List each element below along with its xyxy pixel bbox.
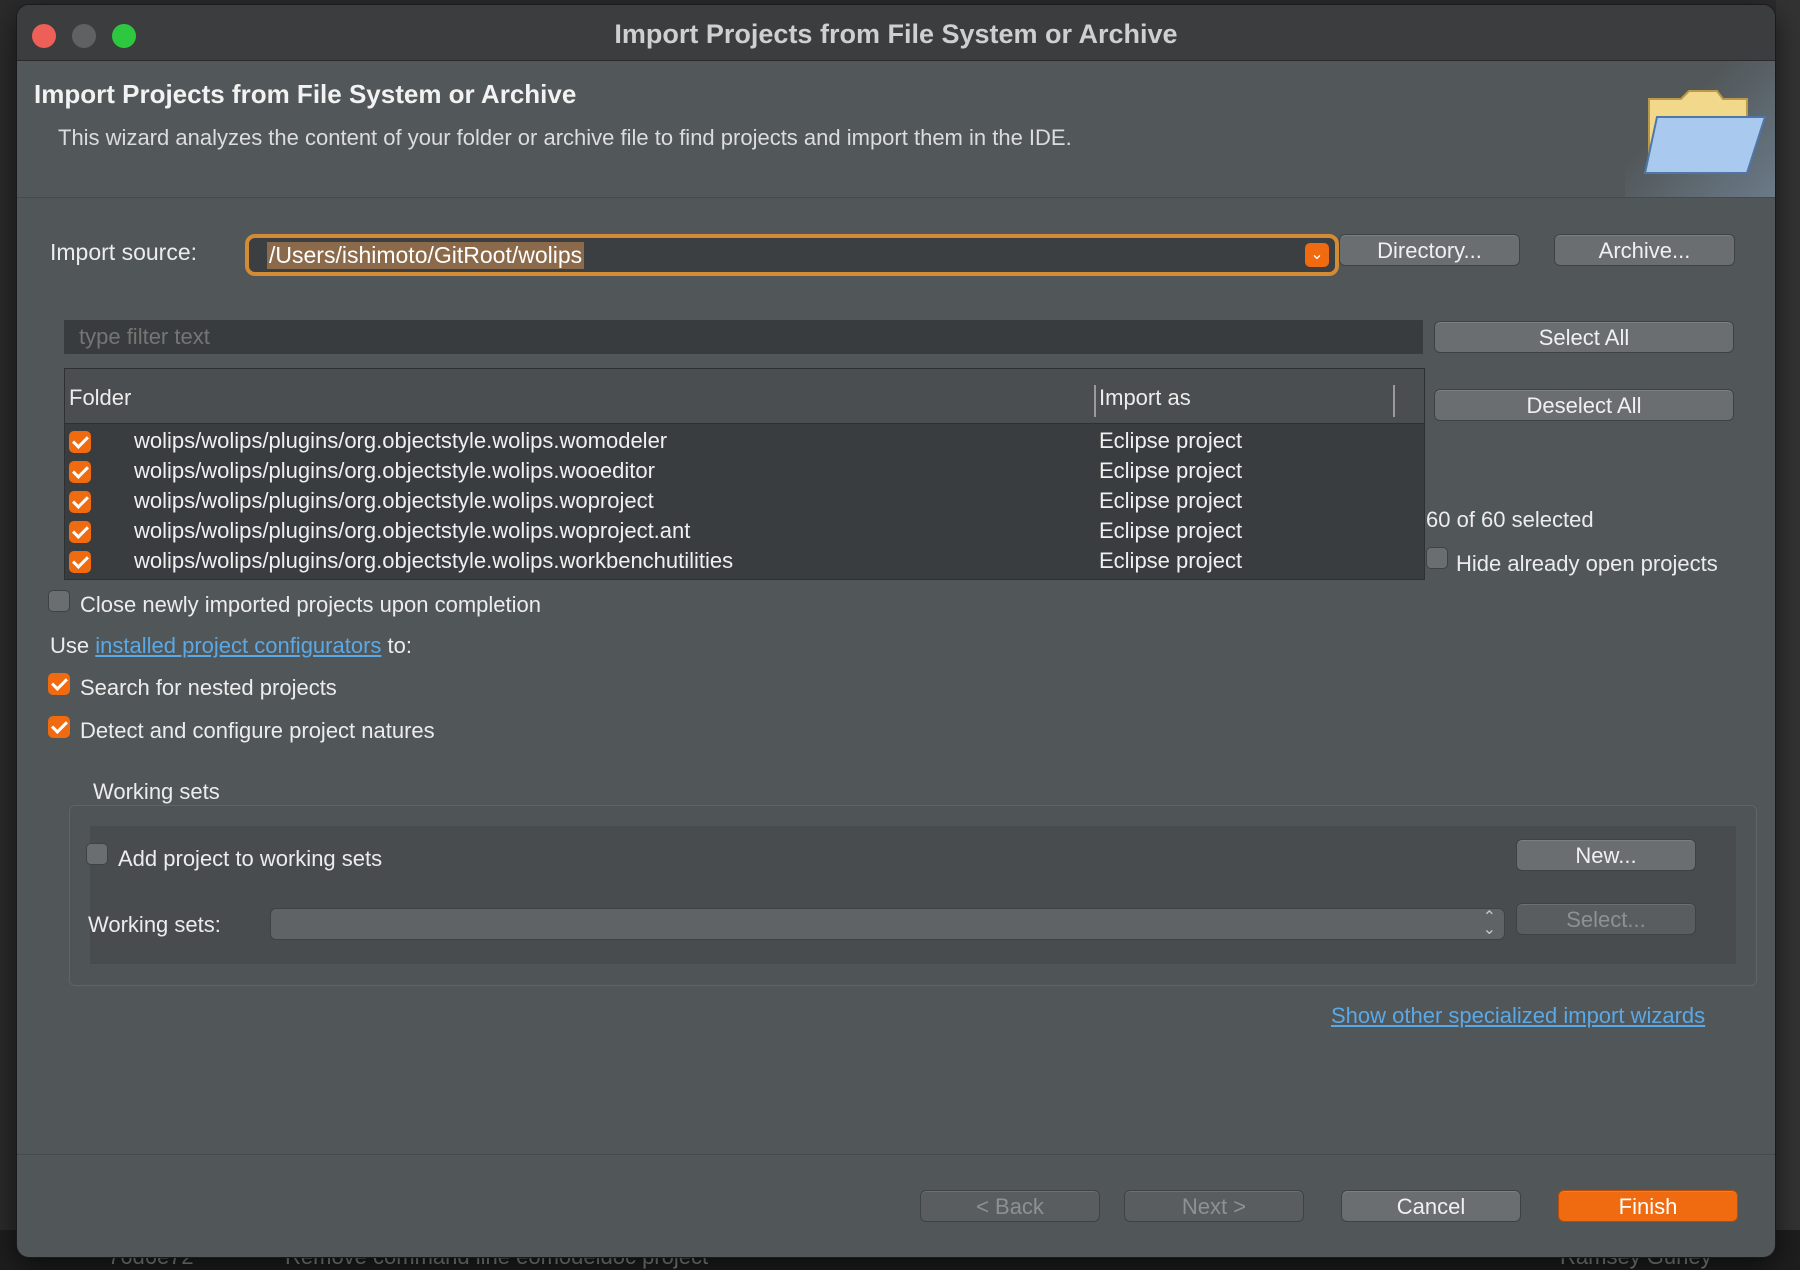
window-title: Import Projects from File System or Arch… <box>614 19 1178 49</box>
updown-arrows-icon: ⌃ ⌄ <box>1482 909 1496 938</box>
configurators-suffix: to: <box>387 633 412 658</box>
chevron-down-icon[interactable]: ⌄ <box>1305 243 1329 267</box>
row-checkbox[interactable] <box>69 491 91 513</box>
wizard-header: Import Projects from File System or Arch… <box>17 61 1775 198</box>
row-checkbox[interactable] <box>69 521 91 543</box>
configurators-prefix: Use <box>50 633 90 658</box>
column-header-folder[interactable]: Folder <box>69 385 131 411</box>
row-folder: wolips/wolips/plugins/org.objectstyle.wo… <box>134 518 691 543</box>
hide-open-projects-label[interactable]: Hide already open projects <box>1456 551 1718 577</box>
row-folder: wolips/wolips/plugins/org.objectstyle.wo… <box>134 488 654 513</box>
nested-projects-checkbox[interactable] <box>48 673 70 695</box>
add-to-working-sets-checkbox[interactable] <box>86 843 108 865</box>
row-checkbox[interactable] <box>69 461 91 483</box>
row-import-as: Eclipse project <box>1099 518 1243 543</box>
import-source-label: Import source: <box>50 239 197 265</box>
finish-button[interactable]: Finish <box>1558 1190 1738 1222</box>
column-divider[interactable] <box>1393 385 1395 417</box>
selection-count: 60 of 60 selected <box>1426 507 1594 532</box>
deselect-all-button[interactable]: Deselect All <box>1434 389 1734 421</box>
row-import-as: Eclipse project <box>1099 428 1243 453</box>
row-folder: wolips/wolips/plugins/org.objectstyle.wo… <box>134 458 655 483</box>
row-import-as: Eclipse project <box>1099 488 1243 513</box>
background-window-edge <box>1776 0 1800 1270</box>
footer-divider <box>17 1154 1775 1155</box>
filter-input[interactable] <box>64 320 1423 354</box>
select-working-sets-button[interactable]: Select... <box>1516 903 1696 935</box>
folder-icon <box>1643 90 1767 174</box>
cancel-button[interactable]: Cancel <box>1341 1190 1521 1222</box>
working-sets-group <box>69 805 1757 986</box>
project-natures-checkbox[interactable] <box>48 716 70 738</box>
table-row[interactable]: wolips/wolips/plugins/org.objectstyle.wo… <box>65 547 1424 577</box>
select-all-button[interactable]: Select All <box>1434 321 1734 353</box>
import-dialog: Import Projects from File System or Arch… <box>17 5 1775 1257</box>
archive-button[interactable]: Archive... <box>1554 234 1735 266</box>
project-natures-label[interactable]: Detect and configure project natures <box>80 718 435 744</box>
row-checkbox[interactable] <box>69 551 91 573</box>
next-button[interactable]: Next > <box>1124 1190 1304 1222</box>
row-folder: wolips/wolips/plugins/org.objectstyle.wo… <box>134 428 668 453</box>
hide-open-projects-checkbox[interactable] <box>1426 547 1448 569</box>
row-checkbox[interactable] <box>69 431 91 453</box>
header-banner <box>1625 61 1775 197</box>
working-sets-select[interactable]: ⌃ ⌄ <box>270 908 1505 940</box>
table-row[interactable]: wolips/wolips/plugins/org.objectstyle.wo… <box>65 427 1424 457</box>
configurators-sentence: Use installed project configurators to: <box>50 633 412 659</box>
row-import-as: Eclipse project <box>1099 548 1243 573</box>
installed-configurators-link[interactable]: installed project configurators <box>95 633 381 658</box>
column-header-import-as[interactable]: Import as <box>1099 385 1191 411</box>
new-working-set-button[interactable]: New... <box>1516 839 1696 871</box>
close-projects-label[interactable]: Close newly imported projects upon compl… <box>80 592 541 618</box>
add-to-working-sets-label[interactable]: Add project to working sets <box>118 846 382 872</box>
nested-projects-label[interactable]: Search for nested projects <box>80 675 337 701</box>
specialized-import-wizards-link[interactable]: Show other specialized import wizards <box>1331 1003 1705 1029</box>
working-sets-field-label: Working sets: <box>88 912 221 937</box>
table-row[interactable]: wolips/wolips/plugins/org.objectstyle.wo… <box>65 457 1424 487</box>
row-import-as: Eclipse project <box>1099 458 1243 483</box>
row-folder: wolips/wolips/plugins/org.objectstyle.wo… <box>134 548 734 573</box>
table-row[interactable]: wolips/wolips/plugins/org.objectstyle.wo… <box>65 517 1424 547</box>
close-projects-checkbox[interactable] <box>48 590 70 612</box>
wizard-title: Import Projects from File System or Arch… <box>34 79 577 109</box>
back-button[interactable]: < Back <box>920 1190 1100 1222</box>
projects-table[interactable]: Folder Import as wolips/wolips/plugins/o… <box>64 368 1425 580</box>
column-divider[interactable] <box>1094 385 1096 417</box>
wizard-description: This wizard analyzes the content of your… <box>58 125 1072 150</box>
working-sets-group-label: Working sets <box>93 779 220 804</box>
table-row[interactable]: wolips/wolips/plugins/org.objectstyle.wo… <box>65 487 1424 517</box>
table-header: Folder Import as <box>65 369 1424 424</box>
title-bar: Import Projects from File System or Arch… <box>17 5 1775 61</box>
import-source-combo[interactable]: /Users/ishimoto/GitRoot/wolips ⌄ <box>245 234 1339 276</box>
directory-button[interactable]: Directory... <box>1339 234 1520 266</box>
import-source-value[interactable]: /Users/ishimoto/GitRoot/wolips <box>267 242 585 269</box>
